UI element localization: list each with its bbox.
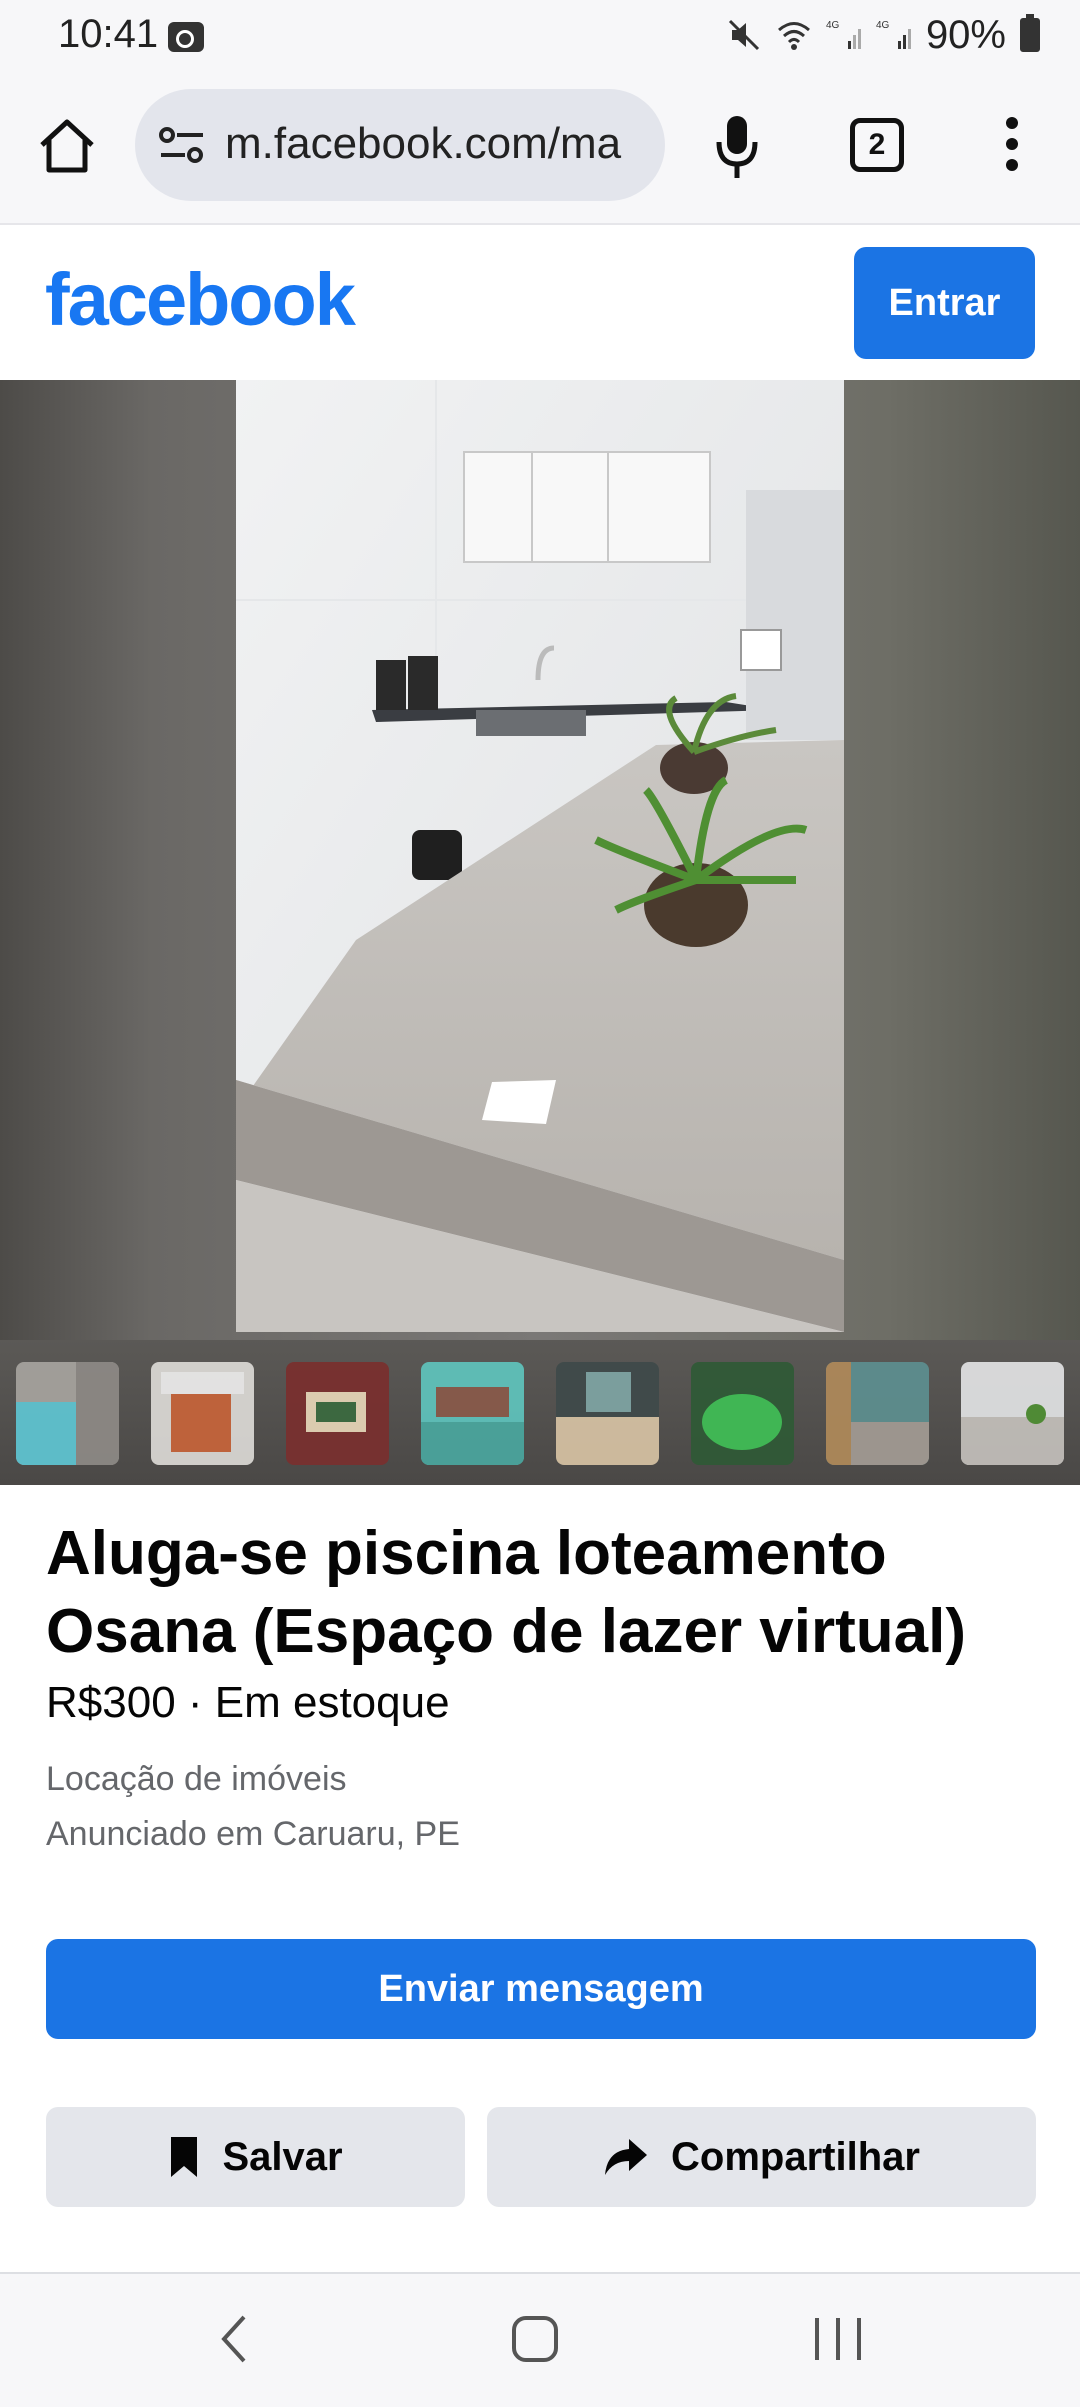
signal-2-icon: 4G [876, 20, 911, 49]
tab-switcher-button[interactable]: 2 [850, 118, 904, 172]
save-button[interactable]: Salvar [46, 2107, 465, 2207]
listing-title: Aluga-se piscina loteamento Osana (Espaç… [46, 1519, 967, 1666]
system-navigation-bar [0, 2274, 1080, 2407]
listing-price-availability: R$300 · Em estoque [46, 1678, 450, 1727]
listing-location: Anunciado em Caruaru, PE [46, 1815, 460, 1853]
tab-count: 2 [868, 128, 886, 161]
battery-icon [1020, 14, 1040, 52]
thumbnail-8[interactable] [961, 1362, 1064, 1465]
url-text[interactable]: m.facebook.com/ma [225, 119, 650, 169]
send-message-button[interactable]: Enviar mensagem [46, 1939, 1036, 2039]
listing-category: Locação de imóveis [46, 1760, 347, 1798]
microphone-icon[interactable] [712, 112, 762, 182]
back-icon[interactable] [210, 2309, 260, 2369]
site-header: facebook Entrar [0, 227, 1080, 380]
main-listing-photo[interactable] [236, 380, 844, 1332]
thumbnail-strip [0, 1340, 1080, 1485]
share-arrow-icon [605, 2139, 648, 2175]
send-message-label: Enviar mensagem [378, 1967, 704, 2010]
thumbnail-6[interactable] [691, 1362, 794, 1465]
signal-1-icon: 4G [826, 20, 861, 49]
bookmark-icon [171, 2137, 198, 2177]
browser-menu-icon[interactable] [1000, 117, 1024, 177]
site-settings-icon[interactable] [157, 123, 207, 167]
network-type-label-2: 4G [876, 20, 890, 31]
home-icon[interactable] [36, 115, 98, 177]
thumbnail-3[interactable] [286, 1362, 389, 1465]
thumbnail-7[interactable] [826, 1362, 929, 1465]
wifi-icon [777, 22, 810, 50]
voicemail-icon [168, 22, 204, 52]
network-type-label-1: 4G [826, 20, 840, 31]
thumbnail-5[interactable] [556, 1362, 659, 1465]
home-nav-icon[interactable] [512, 2316, 558, 2362]
thumbnail-4[interactable] [421, 1362, 524, 1465]
status-indicators: 4G 4G 90% [726, 10, 1040, 60]
share-label: Compartilhar [671, 2134, 920, 2179]
thumbnail-1[interactable] [16, 1362, 119, 1465]
browser-toolbar: m.facebook.com/ma 2 [0, 75, 1080, 225]
battery-percent: 90% [925, 12, 1006, 57]
address-bar[interactable]: m.facebook.com/ma [135, 89, 665, 201]
photo-gallery[interactable] [0, 380, 1080, 1485]
login-button[interactable]: Entrar [854, 247, 1035, 359]
status-bar: 10:41 4G 4G 90% [0, 0, 1080, 75]
recent-apps-icon[interactable] [815, 2318, 861, 2360]
facebook-logo[interactable]: facebook [45, 257, 356, 342]
save-label: Salvar [222, 2134, 343, 2179]
thumbnail-2[interactable] [151, 1362, 254, 1465]
mute-icon [728, 19, 759, 51]
share-button[interactable]: Compartilhar [487, 2107, 1036, 2207]
status-time: 10:41 [58, 12, 159, 56]
